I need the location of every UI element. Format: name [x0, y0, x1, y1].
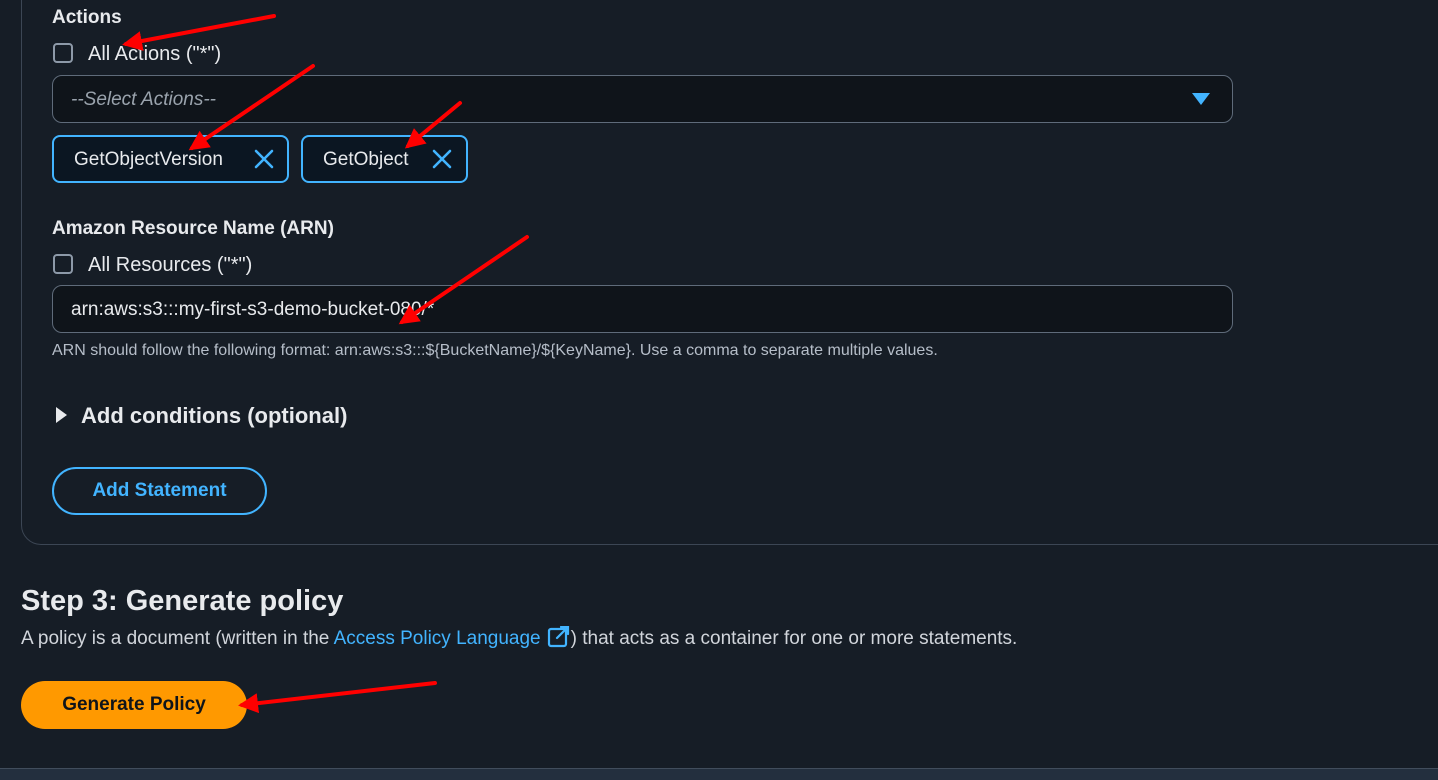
all-resources-label[interactable]: All Resources ("*"): [88, 254, 252, 277]
external-link-icon[interactable]: [547, 625, 571, 648]
actions-select[interactable]: --Select Actions--: [52, 75, 1233, 123]
arn-input-value: arn:aws:s3:::my-first-s3-demo-bucket-080…: [71, 299, 435, 320]
expand-conditions[interactable]: [56, 407, 67, 423]
step3-desc-after: ) that acts as a container for one or mo…: [570, 628, 1018, 649]
actions-label: Actions: [52, 7, 122, 28]
access-policy-language-link[interactable]: Access Policy Language: [334, 628, 541, 649]
annotation-arrow: [238, 681, 437, 714]
triangle-right-icon: [56, 407, 67, 423]
action-token-getobjectversion: GetObjectVersion: [52, 135, 289, 183]
actions-select-placeholder: --Select Actions--: [71, 89, 216, 110]
add-conditions-toggle[interactable]: Add conditions (optional): [81, 403, 347, 429]
add-statement-button[interactable]: Add Statement: [52, 467, 267, 515]
step3-title: Step 3: Generate policy: [21, 585, 344, 617]
all-resources-checkbox[interactable]: [53, 254, 73, 274]
close-icon[interactable]: [252, 147, 276, 171]
bottom-bar: [0, 768, 1438, 780]
arn-input[interactable]: arn:aws:s3:::my-first-s3-demo-bucket-080…: [52, 285, 1233, 333]
all-actions-checkbox[interactable]: [53, 43, 73, 63]
action-token-label: GetObjectVersion: [74, 149, 223, 170]
caret-down-icon: [1192, 93, 1210, 105]
step3-description: A policy is a document (written in the A…: [21, 625, 1018, 650]
arn-hint: ARN should follow the following format: …: [52, 342, 938, 359]
step3-desc-before: A policy is a document (written in the: [21, 628, 334, 649]
arn-label: Amazon Resource Name (ARN): [52, 218, 334, 239]
all-actions-label[interactable]: All Actions ("*"): [88, 43, 221, 66]
action-token-getobject: GetObject: [301, 135, 468, 183]
close-icon[interactable]: [430, 147, 454, 171]
action-token-label: GetObject: [323, 149, 409, 170]
generate-policy-button[interactable]: Generate Policy: [21, 681, 247, 729]
